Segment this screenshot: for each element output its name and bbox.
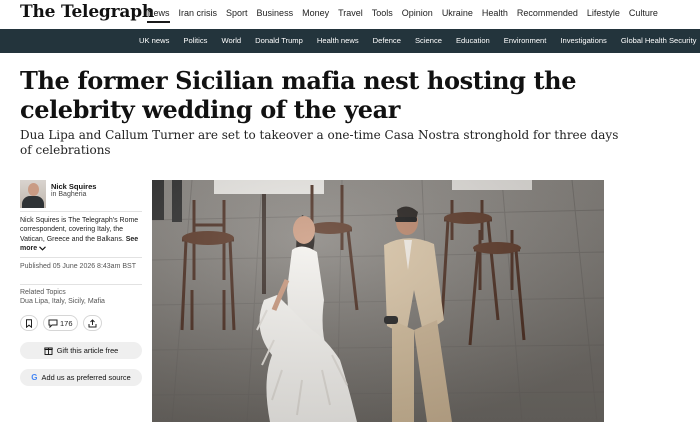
author-name[interactable]: Nick Squires [51, 182, 96, 191]
article-standfirst: Dua Lipa and Callum Turner are set to ta… [20, 128, 619, 157]
wedding-couple-photo [152, 180, 604, 422]
chevron-down-icon [39, 246, 46, 251]
related-topics-label: Related Topics [20, 289, 66, 296]
nav-item-sport[interactable]: Sport [226, 7, 248, 23]
section-nav-item-uk-news[interactable]: UK news [139, 36, 169, 45]
section-navigation-bar: UK news Politics World Donald Trump Health n… [0, 29, 700, 53]
primary-nav: News Iran crisis Sport Business Money Travel T… [147, 7, 667, 23]
section-nav-item-defence[interactable]: Defence [373, 36, 401, 45]
nav-item-business[interactable]: Business [257, 7, 294, 23]
nav-item-opinion[interactable]: Opinion [402, 7, 433, 23]
telegraph-logo[interactable]: The Telegraph [20, 2, 154, 22]
section-nav-item-education[interactable]: Education [456, 36, 490, 45]
section-nav-item-environment[interactable]: Environment [504, 36, 547, 45]
nav-item-ukraine[interactable]: Ukraine [442, 7, 473, 23]
nav-item-travel[interactable]: Travel [338, 7, 363, 23]
nav-item-money[interactable]: Money [302, 7, 329, 23]
section-nav: UK news Politics World Donald Trump Health n… [139, 36, 700, 45]
comment-count: 176 [60, 318, 73, 328]
section-nav-item-science[interactable]: Science [415, 36, 442, 45]
author-bio: Nick Squires is The Telegraph's Rome cor… [20, 216, 140, 254]
article-lead-image[interactable] [152, 180, 604, 422]
divider [20, 211, 142, 212]
bookmark-icon [26, 318, 32, 328]
comments-button[interactable]: 176 [43, 315, 78, 331]
section-nav-item-world[interactable]: World [221, 36, 241, 45]
share-button[interactable] [82, 315, 102, 331]
section-nav-item-global-health-security[interactable]: Global Health Security [621, 36, 697, 45]
nav-item-culture[interactable]: Culture [629, 7, 658, 23]
author-location: in Bagheria [51, 191, 87, 198]
author-avatar[interactable] [20, 180, 46, 208]
gift-article-button[interactable]: Gift this article free [20, 342, 142, 359]
author-bio-text: Nick Squires is The Telegraph's Rome cor… [20, 217, 139, 243]
nav-item-recommended[interactable]: Recommended [517, 7, 578, 23]
nav-item-news[interactable]: News [147, 7, 170, 23]
published-date: Published 05 June 2026 8:43am BST [20, 263, 136, 270]
nav-item-health[interactable]: Health [482, 7, 508, 23]
top-navigation-bar: The Telegraph News Iran crisis Sport Busine… [0, 0, 700, 28]
section-nav-item-health-news[interactable]: Health news [317, 36, 359, 45]
related-topics-list[interactable]: Dua Lipa, Italy, Sicily, Mafia [20, 298, 105, 305]
nav-item-iran-crisis[interactable]: Iran crisis [179, 7, 218, 23]
add-preferred-source-button[interactable]: G Add us as preferred source [20, 369, 142, 386]
nav-item-lifestyle[interactable]: Lifestyle [587, 7, 620, 23]
nav-item-tools[interactable]: Tools [372, 7, 393, 23]
section-nav-item-donald-trump[interactable]: Donald Trump [255, 36, 303, 45]
gift-icon [44, 347, 53, 355]
google-icon: G [31, 373, 38, 382]
share-icon [88, 318, 97, 327]
section-nav-item-investigations[interactable]: Investigations [560, 36, 606, 45]
article-actions: 176 [20, 315, 102, 331]
article-headline: The former Sicilian mafia nest hosting t… [20, 66, 577, 124]
divider [20, 284, 142, 285]
save-button[interactable] [20, 315, 38, 331]
comment-icon [48, 319, 58, 328]
section-nav-item-politics[interactable]: Politics [183, 36, 207, 45]
divider [20, 257, 142, 258]
